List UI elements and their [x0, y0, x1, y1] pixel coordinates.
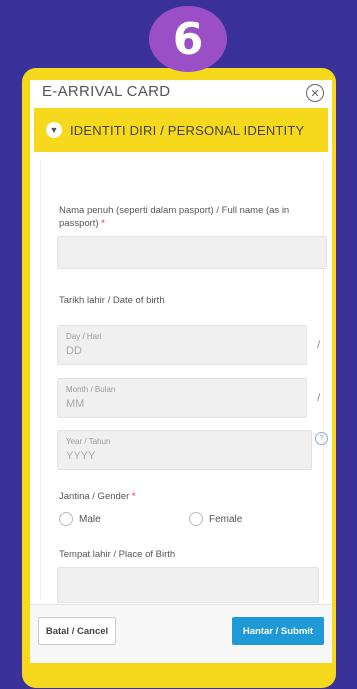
personal-identity-form: Nama penuh (seperti dalam pasport) / Ful…: [40, 160, 328, 603]
date-separator: /: [317, 393, 320, 404]
day-label: Day / Hari: [66, 332, 102, 341]
month-input[interactable]: Month / Bulan MM /: [57, 378, 320, 418]
full-name-input[interactable]: [57, 236, 327, 269]
modal-footer: Batal / Cancel Hantar / Submit: [30, 604, 332, 663]
modal-header: E-ARRIVAL CARD ✕: [30, 80, 332, 108]
day-placeholder: DD: [66, 345, 82, 357]
radio-icon: [189, 512, 203, 526]
year-input[interactable]: Year / Tahun YYYY: [57, 430, 312, 470]
gender-label: Jantina / Gender *: [59, 491, 136, 502]
modal-title: E-ARRIVAL CARD: [42, 82, 171, 100]
birthplace-input[interactable]: [57, 567, 319, 603]
e-arrival-card-modal: E-ARRIVAL CARD ✕ ▼ IDENTITI DIRI / PERSO…: [30, 80, 332, 663]
section-header[interactable]: ▼ IDENTITI DIRI / PERSONAL IDENTITY: [34, 108, 328, 152]
section-title: IDENTITI DIRI / PERSONAL IDENTITY: [70, 122, 305, 138]
month-label: Month / Bulan: [66, 385, 116, 394]
gender-female-option[interactable]: Female: [189, 512, 242, 526]
dob-label: Tarikh lahir / Date of birth: [59, 295, 165, 306]
month-placeholder: MM: [66, 398, 85, 410]
submit-button[interactable]: Hantar / Submit: [232, 617, 324, 645]
radio-icon: [59, 512, 73, 526]
birthplace-label: Tempat lahir / Place of Birth: [59, 549, 176, 560]
gender-male-option[interactable]: Male: [59, 512, 101, 526]
day-input[interactable]: Day / Hari DD /: [57, 325, 320, 365]
cancel-button[interactable]: Batal / Cancel: [38, 617, 116, 645]
full-name-label: Nama penuh (seperti dalam pasport) / Ful…: [59, 205, 290, 229]
year-placeholder: YYYY: [66, 450, 96, 462]
help-icon[interactable]: ?: [315, 432, 328, 445]
step-number-badge: 6: [149, 6, 227, 72]
date-separator: /: [317, 340, 320, 351]
year-label: Year / Tahun: [66, 437, 111, 446]
chevron-down-icon: ▼: [46, 122, 62, 138]
close-icon[interactable]: ✕: [306, 84, 324, 102]
